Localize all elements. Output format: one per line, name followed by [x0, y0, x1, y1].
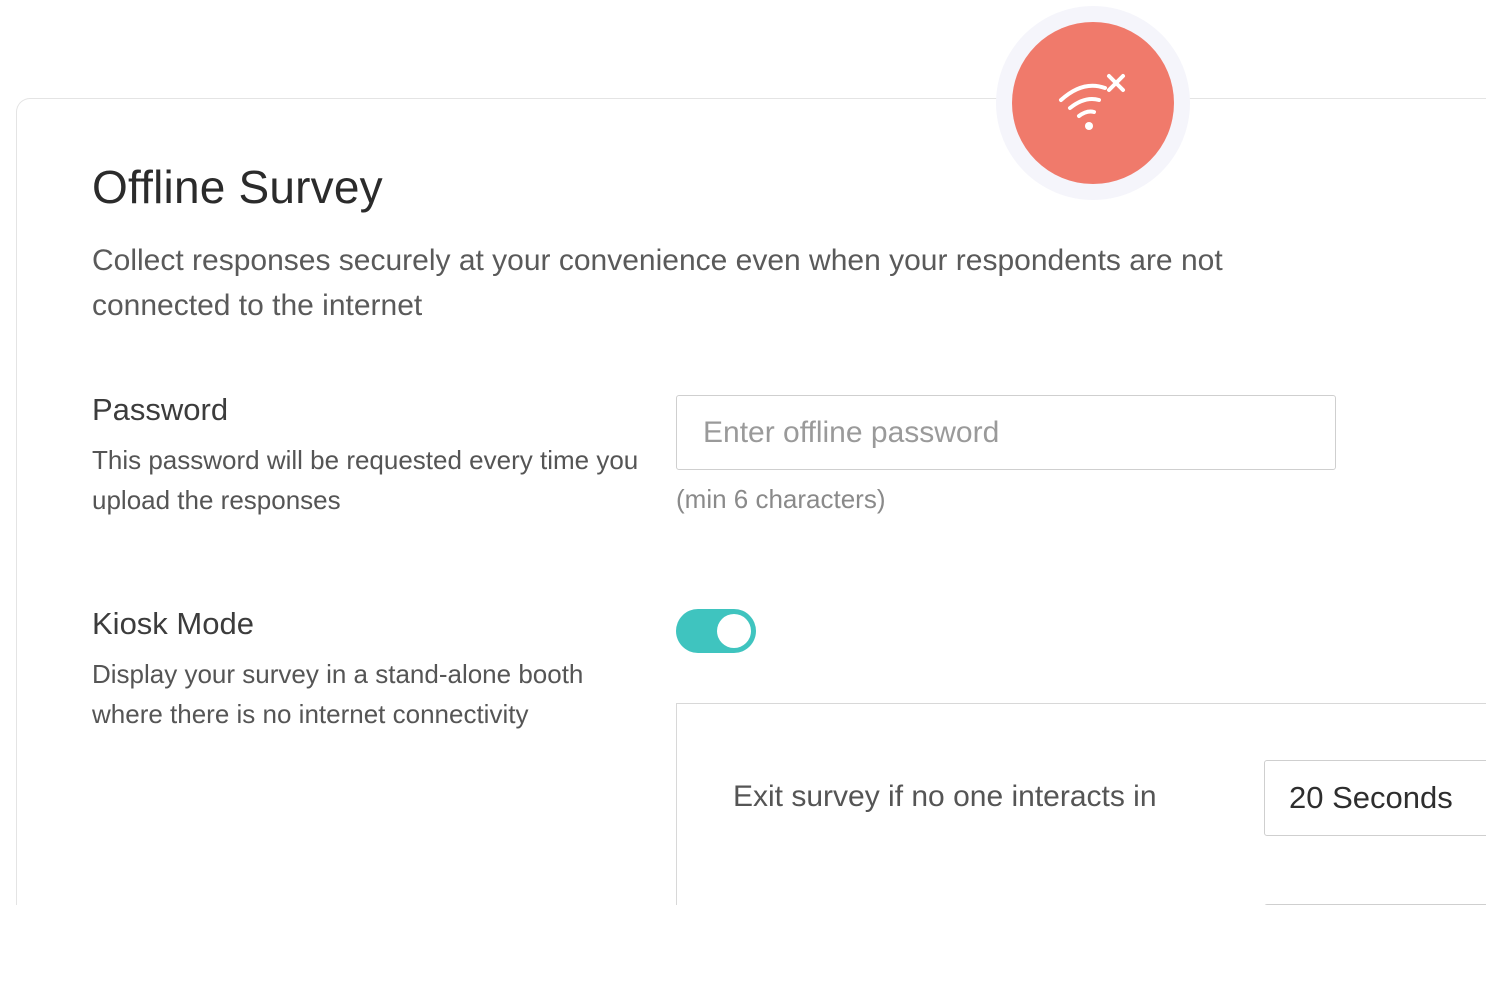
password-hint: (min 6 characters) [676, 484, 886, 514]
page-subtitle: Collect responses securely at your conve… [92, 244, 1223, 322]
kiosk-mode-description: Display your survey in a stand-alone boo… [92, 659, 584, 729]
offline-survey-page: Offline Survey Collect responses securel… [0, 0, 1486, 1008]
toggle-knob [717, 614, 751, 648]
exit-timeout-label: Exit survey if no one interacts in [733, 780, 1157, 813]
password-label: Password [92, 392, 229, 427]
page-title: Offline Survey [92, 161, 383, 213]
kiosk-mode-label: Kiosk Mode [92, 606, 254, 641]
wifi-off-icon [1059, 74, 1125, 130]
offline-password-input[interactable] [676, 395, 1336, 470]
exit-timeout-value: 20 Seconds [1289, 780, 1453, 815]
bottom-fade [0, 905, 1486, 1008]
password-description: This password will be requested every ti… [92, 445, 639, 515]
exit-timeout-select[interactable]: 20 Seconds [1264, 760, 1486, 836]
offline-badge [1012, 22, 1174, 184]
kiosk-mode-toggle[interactable] [676, 609, 756, 653]
